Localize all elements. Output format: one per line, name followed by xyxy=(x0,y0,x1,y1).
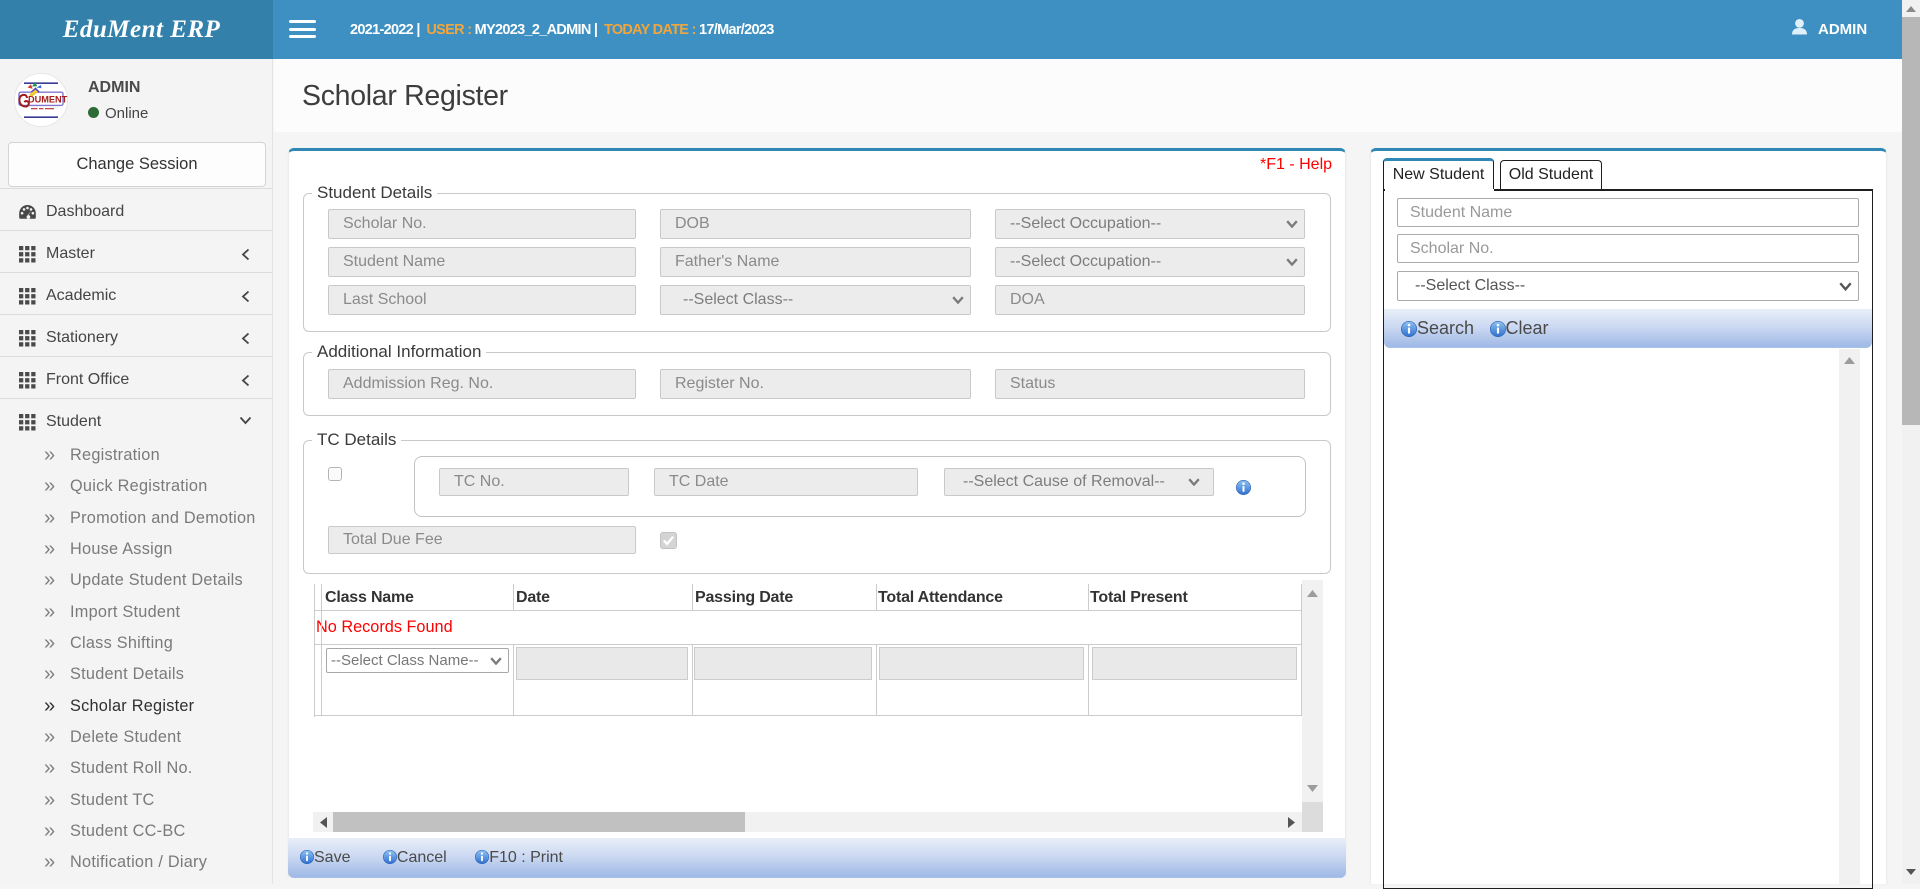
svg-text:DUMENT: DUMENT xyxy=(28,95,68,105)
